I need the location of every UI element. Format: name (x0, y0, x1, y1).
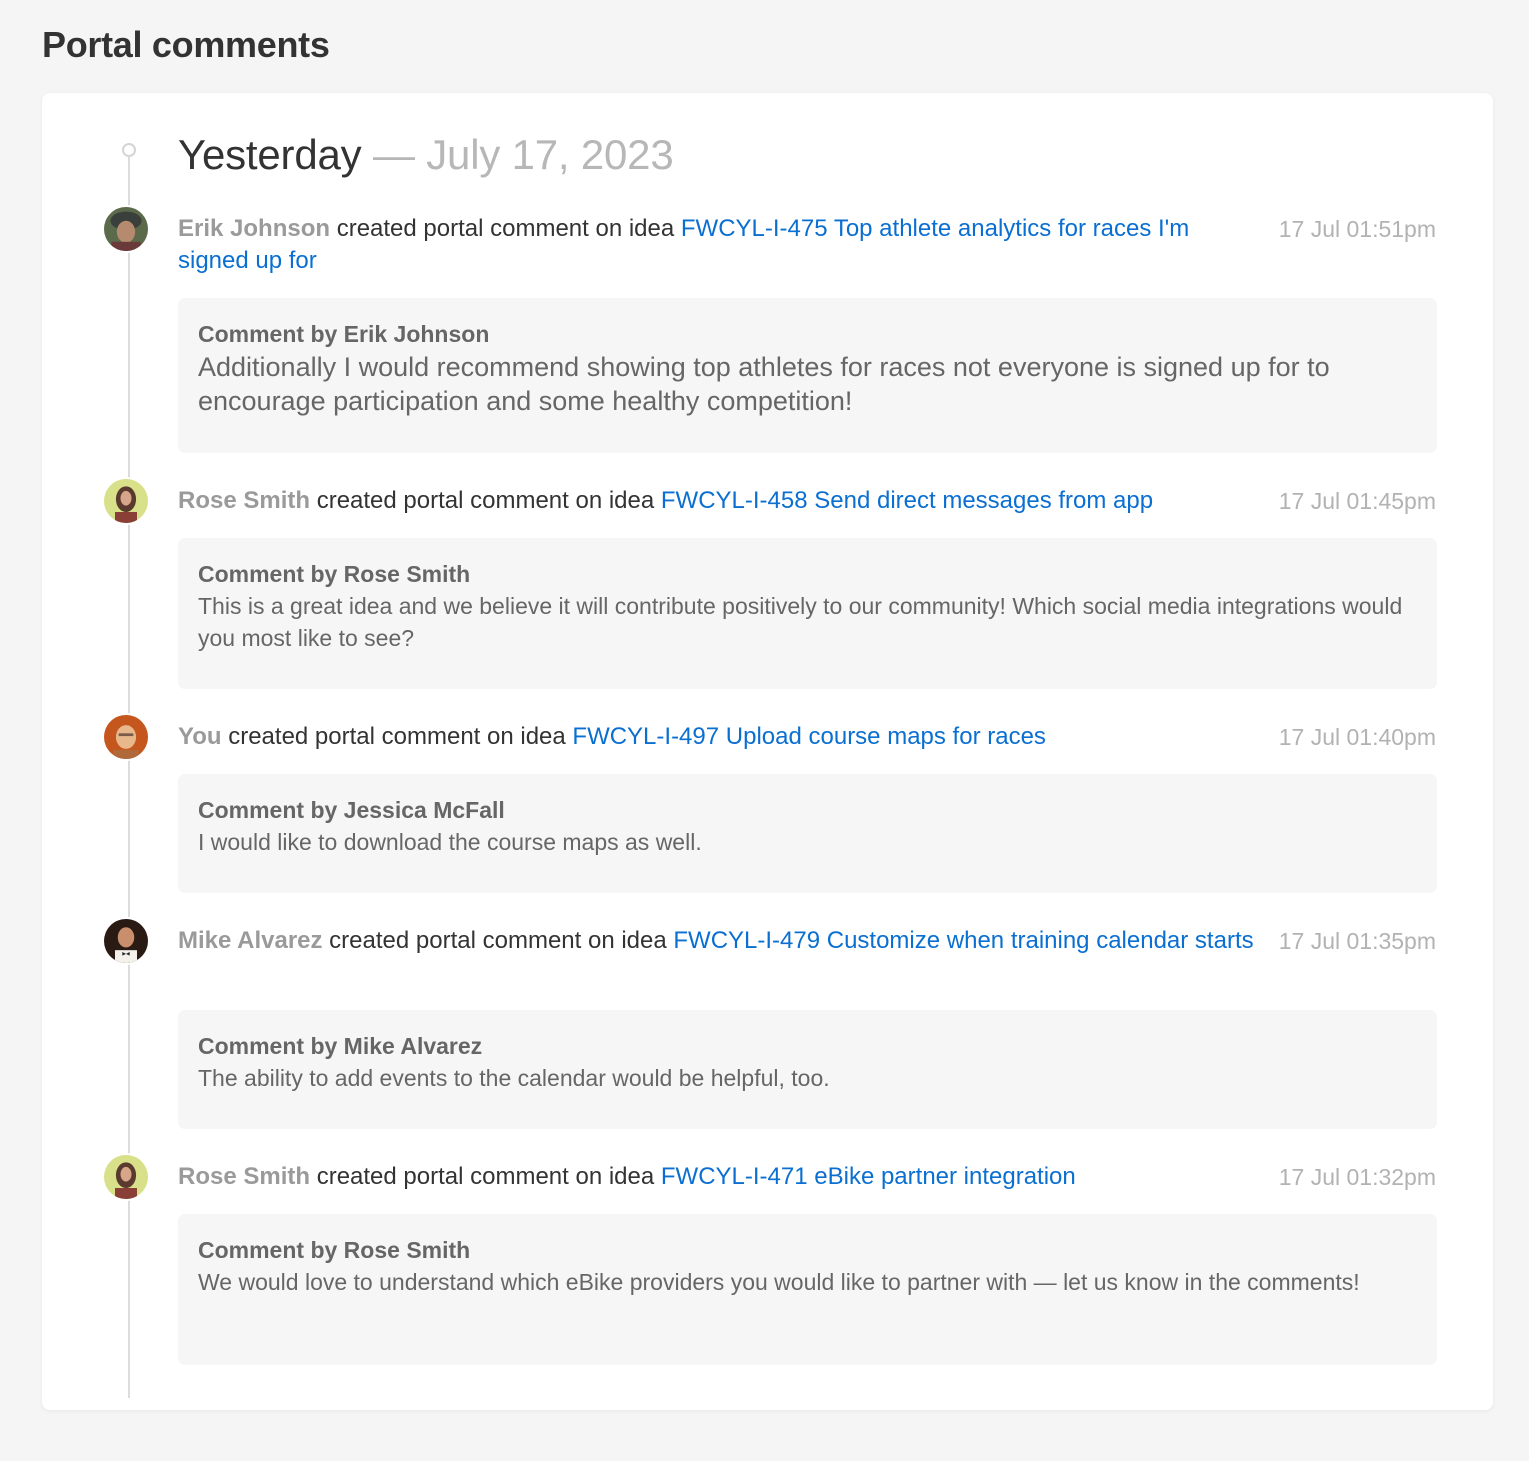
comment-author: Comment by Rose Smith (198, 1237, 471, 1263)
activity-card: Yesterday — July 17, 2023 Erik Johnson c… (42, 93, 1493, 1410)
timeline-start-dot-icon (122, 143, 136, 157)
avatar[interactable] (102, 1153, 150, 1201)
action-text: created portal comment on idea (330, 215, 681, 242)
comment-body: I would like to download the course maps… (198, 829, 702, 855)
user-avatar-icon (104, 715, 148, 759)
date-header: Yesterday — July 17, 2023 (178, 131, 674, 179)
comment-box: Comment by Rose Smith We would love to u… (178, 1214, 1437, 1365)
action-text: created portal comment on idea (310, 487, 661, 514)
comment-box: Comment by Mike Alvarez The ability to a… (178, 1010, 1437, 1129)
action-text: created portal comment on idea (221, 723, 573, 750)
date-separator: — (372, 131, 415, 178)
idea-link[interactable]: FWCYL-I-471 eBike partner integration (661, 1163, 1076, 1190)
timestamp: 17 Jul 01:45pm (1278, 488, 1436, 514)
avatar[interactable] (102, 713, 150, 761)
user-avatar-icon (104, 1155, 148, 1199)
comment-body: This is a great idea and we believe it w… (198, 593, 1403, 651)
actor-name[interactable]: You (178, 723, 222, 750)
actor-name[interactable]: Rose Smith (178, 487, 310, 514)
entry-headline: You created portal comment on idea FWCYL… (178, 721, 1258, 753)
comment-author: Comment by Jessica McFall (198, 797, 505, 823)
idea-link[interactable]: FWCYL-I-479 Customize when training cale… (673, 927, 1253, 954)
actor-name[interactable]: Rose Smith (178, 1163, 310, 1190)
comment-author: Comment by Rose Smith (198, 561, 471, 587)
timestamp: 17 Jul 01:32pm (1278, 1164, 1436, 1190)
entry-headline: Erik Johnson created portal comment on i… (178, 213, 1258, 277)
avatar[interactable] (102, 205, 150, 253)
idea-link[interactable]: FWCYL-I-458 Send direct messages from ap… (661, 487, 1153, 514)
entry-headline: Mike Alvarez created portal comment on i… (178, 925, 1258, 957)
user-avatar-icon (104, 479, 148, 523)
comment-author: Comment by Mike Alvarez (198, 1033, 483, 1059)
entry-headline: Rose Smith created portal comment on ide… (178, 485, 1258, 517)
actor-name[interactable]: Erik Johnson (178, 215, 330, 242)
comment-box: Comment by Jessica McFall I would like t… (178, 774, 1437, 893)
comment-author: Comment by Erik Johnson (198, 321, 490, 347)
comment-box: Comment by Rose Smith This is a great id… (178, 538, 1437, 689)
action-text: created portal comment on idea (310, 1163, 661, 1190)
user-avatar-icon (104, 919, 148, 963)
user-avatar-icon (104, 207, 148, 251)
entry-headline: Rose Smith created portal comment on ide… (178, 1161, 1258, 1193)
comment-box: Comment by Erik Johnson Additionally I w… (178, 298, 1437, 453)
avatar[interactable] (102, 917, 150, 965)
page-title: Portal comments (42, 24, 330, 65)
idea-link[interactable]: FWCYL-I-497 Upload course maps for races (572, 723, 1046, 750)
action-text: created portal comment on idea (322, 927, 674, 954)
comment-body: The ability to add events to the calenda… (198, 1065, 830, 1091)
day-label: Yesterday (178, 131, 362, 178)
timestamp: 17 Jul 01:51pm (1278, 216, 1436, 242)
timestamp: 17 Jul 01:40pm (1278, 724, 1436, 750)
avatar[interactable] (102, 477, 150, 525)
comment-body: Additionally I would recommend showing t… (198, 352, 1330, 416)
comment-body: We would love to understand which eBike … (198, 1269, 1360, 1295)
timestamp: 17 Jul 01:35pm (1278, 928, 1436, 954)
date-label: July 17, 2023 (426, 131, 674, 178)
timeline-line (128, 156, 130, 1398)
actor-name[interactable]: Mike Alvarez (178, 927, 323, 954)
